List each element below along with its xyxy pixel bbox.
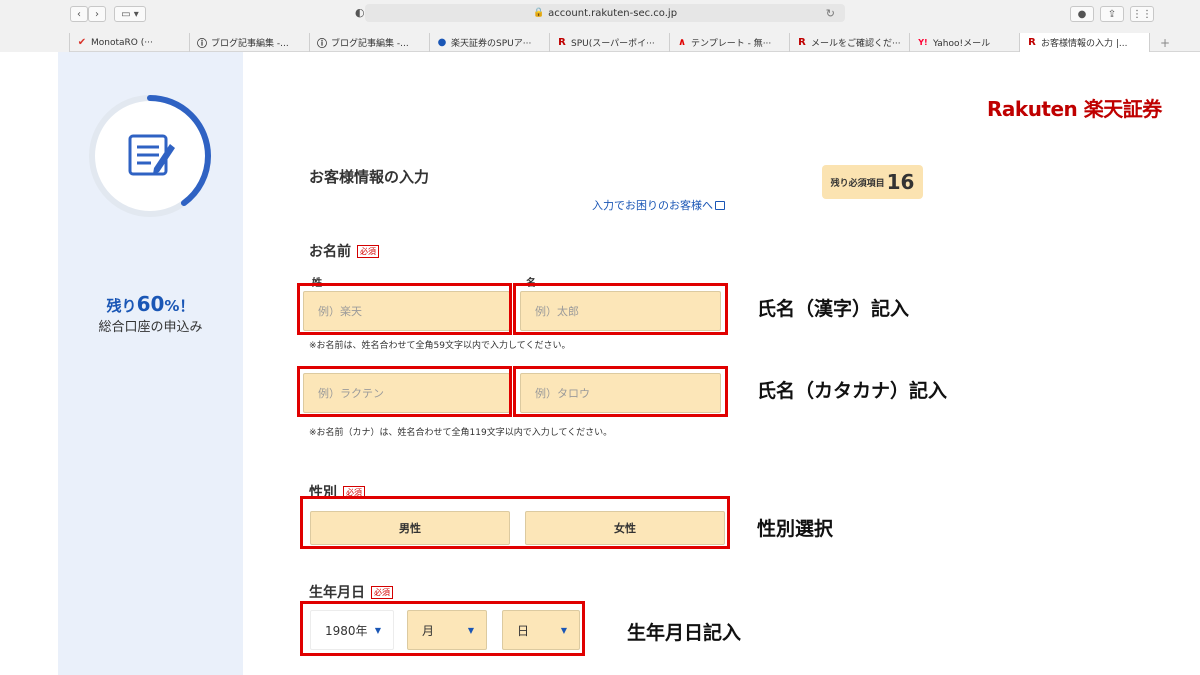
progress-percentage: 残り60%！ (106, 292, 195, 316)
remaining-required-badge: 残り必須項目 16 (822, 165, 923, 199)
new-tab-button[interactable]: + (1150, 33, 1180, 52)
highlight-box (297, 283, 512, 335)
forward-button[interactable]: › (88, 6, 106, 22)
reload-icon[interactable]: ↻ (826, 7, 835, 20)
application-subtitle: 総合口座の申込み (98, 320, 203, 335)
tab-item[interactable]: ⓘ ブログ記事編集 -... (310, 33, 430, 52)
highlight-box (297, 366, 512, 417)
tab-item[interactable]: ● 楽天証券のSPUア··· (430, 33, 550, 52)
download-button[interactable]: ● (1070, 6, 1094, 22)
annotation-gender: 性別選択 (757, 518, 834, 540)
grid-button[interactable]: ⋮⋮ (1130, 6, 1154, 22)
highlight-box (513, 366, 728, 417)
globe-icon: ● (437, 37, 447, 48)
info-icon: ⓘ (197, 39, 207, 50)
yahoo-icon: Y! (918, 38, 928, 47)
tab-item-active[interactable]: R お客様情報の入力 |... (1020, 33, 1150, 52)
kana-note: ※お名前（カナ）は、姓名合わせて全角119文字以内で入力してください。 (309, 428, 613, 438)
tab-bar: ✔ MonotaRO (··· ⓘ ブログ記事編集 -... ⓘ ブログ記事編集 -.… (0, 33, 1200, 52)
url-text: account.rakuten-sec.co.jp (548, 7, 678, 19)
birthdate-label: 生年月日 必須 (309, 582, 393, 602)
progress-sidebar: 残り60%！ 総合口座の申込み (58, 52, 243, 675)
address-bar[interactable]: 🔒 account.rakuten-sec.co.jp ↻ (365, 4, 845, 22)
rakuten-logo[interactable]: Rakuten 楽天証券 (987, 93, 1162, 122)
required-badge: 必須 (371, 586, 393, 599)
annotation-birthdate: 生年月日記入 (627, 622, 742, 644)
tab-item[interactable]: ∧ テンプレート - 無··· (670, 33, 790, 52)
highlight-box (300, 601, 585, 656)
required-badge: 必須 (357, 245, 379, 258)
sidebar-toggle-button[interactable]: ▭ ▾ (114, 6, 146, 22)
tab-item[interactable]: R SPU(スーパーポイ··· (550, 33, 670, 52)
rakuten-r-icon: R (558, 37, 566, 48)
tab-item[interactable]: Y! Yahoo!メール (910, 33, 1020, 52)
highlight-box (300, 496, 730, 549)
monotaro-icon: ✔ (77, 37, 87, 48)
rakuten-r-icon: R (1028, 37, 1036, 48)
browser-chrome: ‹ › ▭ ▾ ◐ 🔒 account.rakuten-sec.co.jp ↻ … (0, 0, 1200, 52)
name-label: お名前 必須 (309, 241, 379, 261)
lock-icon: 🔒 (532, 8, 545, 18)
annotation-name-kana: 氏名（カタカナ）記入 (757, 380, 948, 402)
external-window-icon (715, 201, 725, 210)
back-button[interactable]: ‹ (70, 6, 88, 22)
highlight-box (513, 283, 728, 335)
name-note: ※お名前は、姓名合わせて全角59文字以内で入力してください。 (309, 341, 571, 351)
annotation-name-kanji: 氏名（漢字）記入 (757, 298, 910, 320)
rakuten-r-icon: R (798, 37, 806, 48)
help-link[interactable]: 入力でお困りのお客様へ (592, 197, 725, 213)
tab-item[interactable]: ✔ MonotaRO (··· (70, 33, 190, 52)
browser-toolbar: ‹ › ▭ ▾ ◐ 🔒 account.rakuten-sec.co.jp ↻ … (0, 0, 1200, 28)
tab-item[interactable]: R メールをご確認くだ··· (790, 33, 910, 52)
privacy-shield-icon[interactable]: ◐ (355, 6, 365, 19)
info-icon: ⓘ (317, 39, 327, 50)
page-title: お客様情報の入力 (309, 168, 430, 186)
tab-spacer (0, 33, 70, 52)
tab-item[interactable]: ⓘ ブログ記事編集 -... (190, 33, 310, 52)
progress-ring (89, 95, 211, 217)
template-icon: ∧ (677, 37, 687, 48)
share-button[interactable]: ⇪ (1100, 6, 1124, 22)
